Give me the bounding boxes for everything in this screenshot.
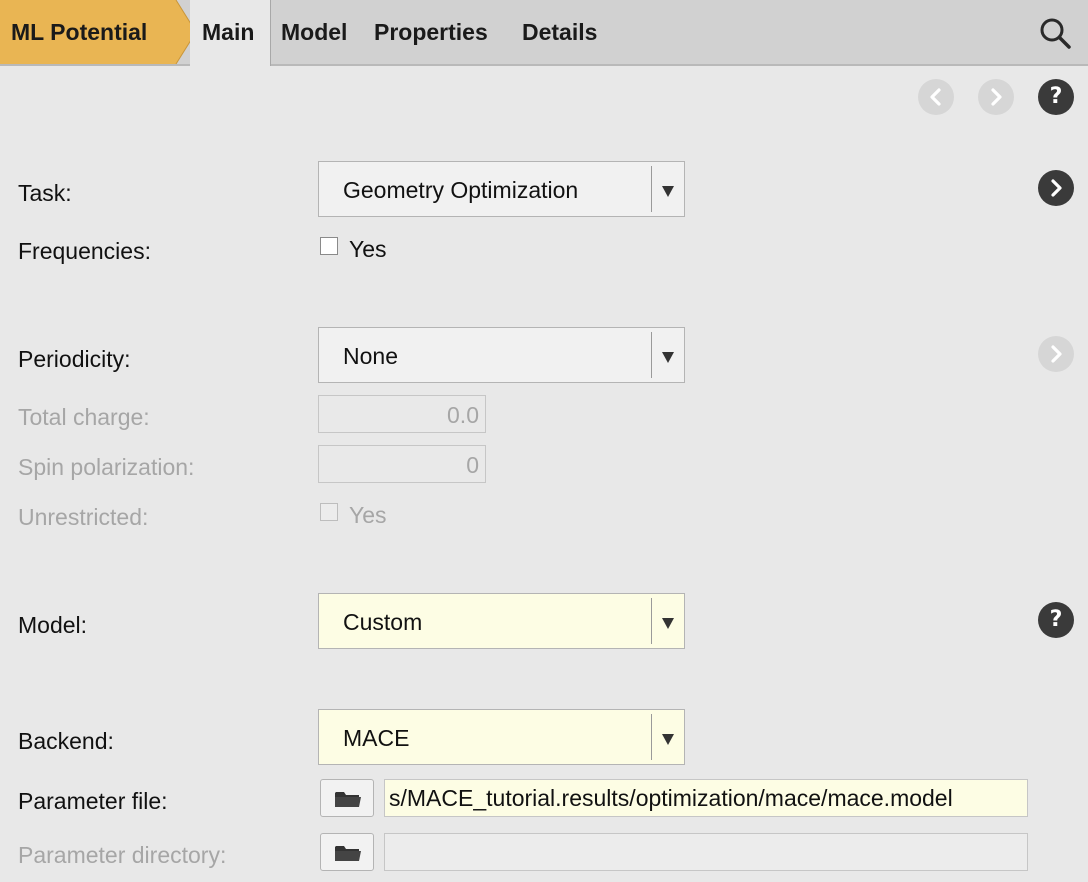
- search-icon: [1040, 18, 1071, 49]
- tab-bar: ML Potential Main Model Properties Detai…: [0, 0, 1088, 66]
- frequencies-checkbox-label[interactable]: Yes: [349, 236, 387, 263]
- parameter-file-input[interactable]: s/MACE_tutorial.results/optimization/mac…: [384, 779, 1028, 817]
- dropdown-arrow-icon: [662, 734, 674, 745]
- periodicity-details-button[interactable]: [1038, 336, 1074, 372]
- tab-properties[interactable]: Properties: [374, 19, 488, 46]
- parameter-directory-label: Parameter directory:: [18, 842, 227, 868]
- tab-model[interactable]: Model: [281, 19, 347, 46]
- parameter-file-label: Parameter file:: [18, 788, 168, 814]
- tab-details[interactable]: Details: [522, 19, 597, 46]
- frequencies-checkbox[interactable]: [320, 237, 338, 255]
- breadcrumb[interactable]: ML Potential: [0, 0, 196, 64]
- dropdown-arrow-icon: [662, 618, 674, 629]
- chevron-left-icon: [930, 88, 941, 106]
- model-help-button[interactable]: ?: [1038, 602, 1074, 638]
- periodicity-value: None: [343, 343, 398, 369]
- forward-button[interactable]: [978, 79, 1014, 115]
- dropdown-arrow-icon: [662, 352, 674, 363]
- total-charge-field[interactable]: 0.0: [318, 395, 486, 433]
- backend-value: MACE: [343, 725, 410, 751]
- periodicity-dropdown[interactable]: None: [318, 327, 685, 383]
- parameter-file-browse-button[interactable]: [320, 779, 374, 817]
- help-button[interactable]: ?: [1038, 79, 1074, 115]
- parameter-directory-browse-button[interactable]: [320, 833, 374, 871]
- model-value: Custom: [343, 609, 423, 635]
- model-label: Model:: [18, 612, 88, 638]
- help-icon: ?: [1049, 84, 1063, 109]
- chevron-right-icon: [991, 88, 1002, 106]
- task-value: Geometry Optimization: [343, 177, 579, 203]
- dropdown-arrow-icon: [662, 186, 674, 197]
- task-dropdown[interactable]: Geometry Optimization: [318, 161, 685, 217]
- help-icon: ?: [1049, 607, 1063, 632]
- breadcrumb-label: ML Potential: [11, 19, 148, 45]
- total-charge-label: Total charge:: [18, 404, 150, 430]
- dropdown-separator: [651, 166, 652, 212]
- dropdown-separator: [651, 332, 652, 378]
- folder-icon: [335, 846, 361, 861]
- periodicity-label: Periodicity:: [18, 346, 131, 372]
- backend-dropdown[interactable]: MACE: [318, 709, 685, 765]
- chevron-right-icon: [1051, 179, 1062, 197]
- tab-main[interactable]: Main: [202, 19, 254, 46]
- model-dropdown[interactable]: Custom: [318, 593, 685, 649]
- spin-polarization-field[interactable]: 0: [318, 445, 486, 483]
- unrestricted-label: Unrestricted:: [18, 504, 149, 530]
- dropdown-separator: [651, 598, 652, 644]
- spin-polarization-label: Spin polarization:: [18, 454, 195, 480]
- chevron-right-icon: [1051, 345, 1062, 363]
- unrestricted-checkbox[interactable]: [320, 503, 338, 521]
- back-button[interactable]: [918, 79, 954, 115]
- unrestricted-checkbox-label[interactable]: Yes: [349, 502, 387, 529]
- frequencies-label: Frequencies:: [18, 238, 151, 264]
- parameter-directory-input[interactable]: [384, 833, 1028, 871]
- folder-icon: [335, 792, 361, 807]
- task-label: Task:: [18, 180, 72, 206]
- backend-label: Backend:: [18, 728, 114, 754]
- search-button[interactable]: [1038, 16, 1072, 50]
- task-details-button[interactable]: [1038, 170, 1074, 206]
- dropdown-separator: [651, 714, 652, 760]
